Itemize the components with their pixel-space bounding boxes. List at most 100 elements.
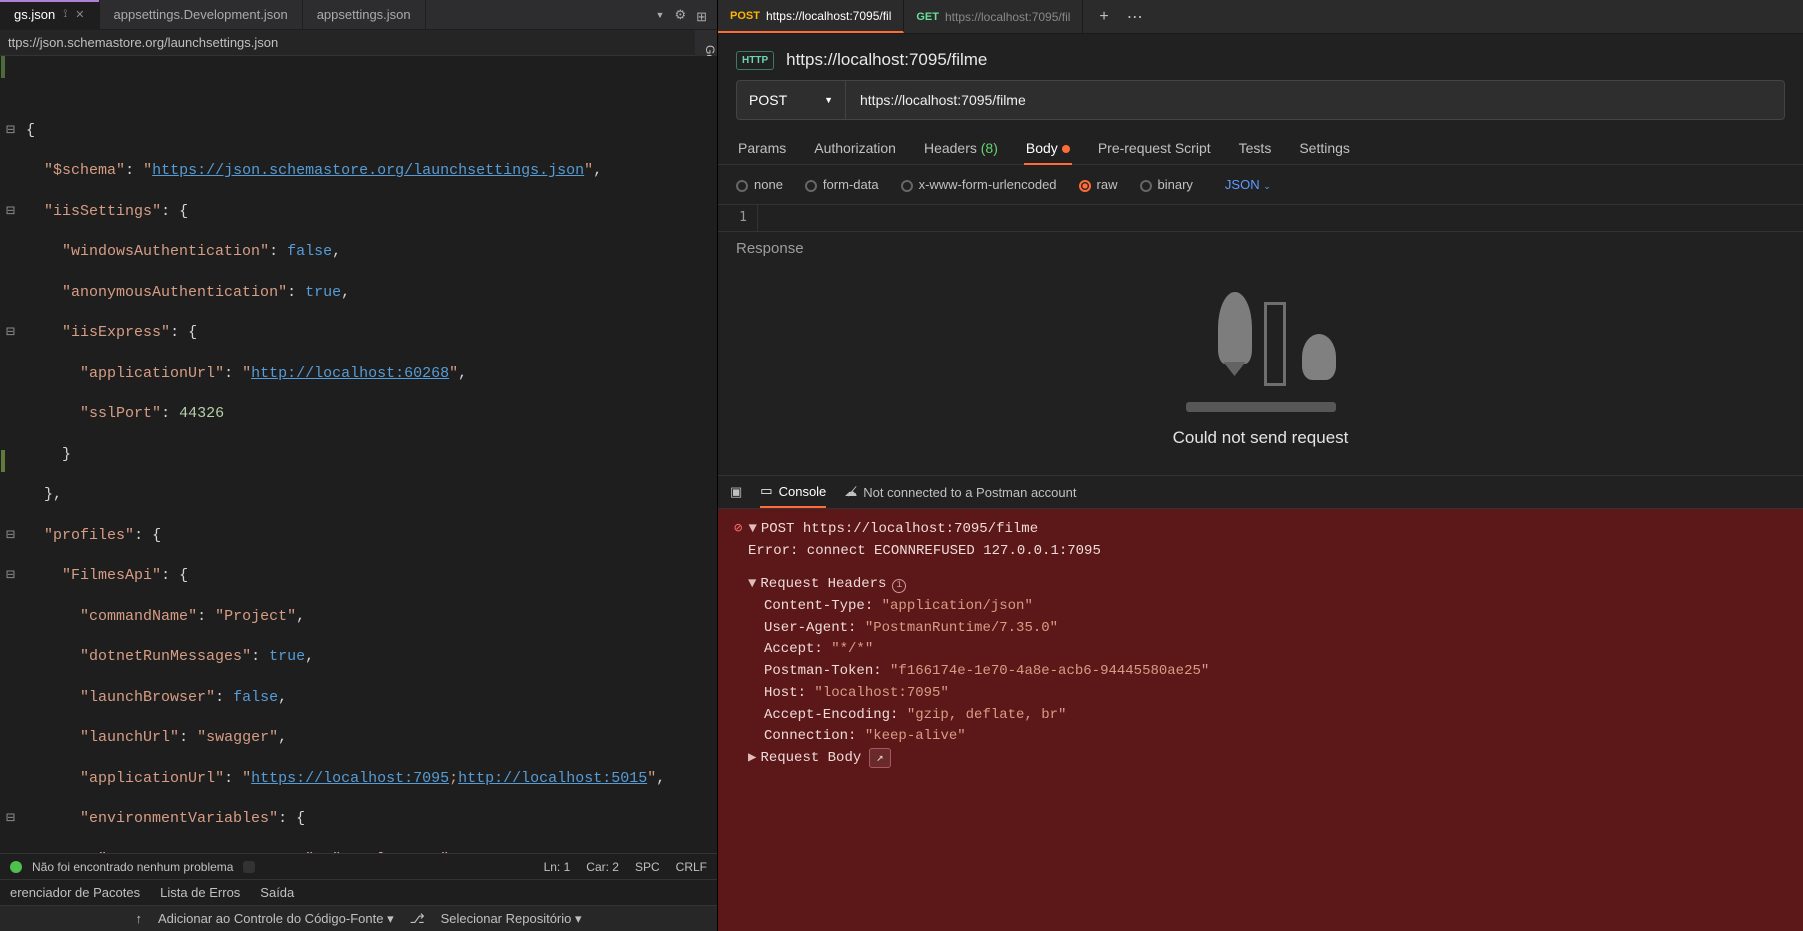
json-key: environmentVariables bbox=[89, 810, 269, 827]
vs-code-editor[interactable]: ⊟{ "$schema": "https://json.schemastore.… bbox=[0, 56, 717, 853]
header-key: Content-Type: bbox=[764, 598, 873, 614]
json-link[interactable]: http://localhost:5015 bbox=[458, 770, 647, 787]
method-badge: POST bbox=[730, 10, 760, 22]
tab-settings[interactable]: Settings bbox=[1297, 132, 1352, 164]
pm-body-editor[interactable]: 1 bbox=[718, 204, 1803, 232]
rocket-illustration bbox=[1186, 292, 1336, 412]
tab-output[interactable]: Saída bbox=[260, 885, 294, 900]
line-number: 1 bbox=[718, 205, 758, 231]
vs-tab-bar: gs.json ⟟ ✕ appsettings.Development.json… bbox=[0, 0, 717, 30]
json-key: iisSettings bbox=[53, 203, 152, 220]
json-key: applicationUrl bbox=[89, 770, 215, 787]
radio-form-data[interactable]: form-data bbox=[805, 177, 879, 192]
header-value: "gzip, deflate, br" bbox=[907, 707, 1067, 723]
cursor-line[interactable]: Ln: 1 bbox=[544, 860, 571, 874]
header-value: "localhost:7095" bbox=[814, 685, 948, 701]
tab-package-manager[interactable]: erenciador de Pacotes bbox=[10, 885, 140, 900]
pm-tab-get[interactable]: GET https://localhost:7095/fil bbox=[904, 0, 1083, 33]
tab-headers-label: Headers bbox=[924, 140, 977, 156]
json-link[interactable]: https://localhost:7095 bbox=[251, 770, 449, 787]
json-link[interactable]: https://json.schemastore.org/launchsetti… bbox=[152, 162, 584, 179]
tab-error-list[interactable]: Lista de Erros bbox=[160, 885, 240, 900]
postman-pane: POST https://localhost:7095/fil GET http… bbox=[718, 0, 1803, 931]
header-value: "*/*" bbox=[831, 641, 873, 657]
json-link[interactable]: http://localhost:60268 bbox=[251, 365, 449, 382]
tab-overflow-icon[interactable]: ▼ bbox=[656, 10, 665, 20]
tab-console[interactable]: ▭ Console bbox=[760, 476, 826, 508]
caret-down-icon[interactable]: ▼ bbox=[748, 576, 756, 592]
json-key: commandName bbox=[89, 608, 188, 625]
radio-xwww[interactable]: x-www-form-urlencoded bbox=[901, 177, 1057, 192]
body-format-select[interactable]: JSON ⌄ bbox=[1225, 177, 1271, 192]
source-control-button[interactable]: Adicionar ao Controle do Código-Fonte ▾ bbox=[158, 911, 394, 927]
pm-tab-label: https://localhost:7095/fil bbox=[945, 10, 1070, 24]
tab-body[interactable]: Body bbox=[1024, 132, 1072, 164]
gear-icon[interactable]: ⚙ bbox=[674, 7, 686, 23]
response-panel: Could not send request bbox=[718, 265, 1803, 475]
open-body-icon[interactable]: ↗ bbox=[869, 748, 890, 769]
json-string: Project bbox=[224, 608, 287, 625]
caret-down-icon[interactable]: ▼ bbox=[748, 521, 756, 537]
response-error-msg: Could not send request bbox=[1173, 428, 1349, 448]
url-input[interactable]: https://localhost:7095/filme bbox=[846, 80, 1785, 120]
json-bool: false bbox=[233, 689, 278, 706]
pm-body-options: none form-data x-www-form-urlencoded raw… bbox=[718, 165, 1803, 204]
plus-icon[interactable]: ⊞ bbox=[696, 9, 707, 25]
pm-request-title: HTTP https://localhost:7095/filme bbox=[718, 34, 1803, 80]
header-value: "f166174e-1e70-4a8e-acb6-94445580ae25" bbox=[890, 663, 1209, 679]
new-tab-icon[interactable]: + bbox=[1099, 8, 1108, 26]
arrow-up-icon: ↑ bbox=[135, 911, 142, 926]
close-icon[interactable]: ✕ bbox=[75, 8, 84, 21]
tab-prerequest[interactable]: Pre-request Script bbox=[1096, 132, 1213, 164]
radio-raw[interactable]: raw bbox=[1079, 177, 1118, 192]
tab-headers[interactable]: Headers (8) bbox=[922, 132, 1000, 164]
info-icon[interactable]: i bbox=[892, 579, 906, 593]
console-icon: ▭ bbox=[760, 483, 772, 499]
tab-authorization[interactable]: Authorization bbox=[812, 132, 898, 164]
vs-breadcrumb[interactable]: ttps://json.schemastore.org/launchsettin… bbox=[0, 30, 717, 56]
tab-tests[interactable]: Tests bbox=[1237, 132, 1274, 164]
pm-bottom-tabs: ▣ ▭ Console ☁̸ Not connected to a Postma… bbox=[718, 475, 1803, 509]
json-key: applicationUrl bbox=[89, 365, 215, 382]
radio-none[interactable]: none bbox=[736, 177, 783, 192]
json-number: 44326 bbox=[179, 405, 224, 422]
json-key: $schema bbox=[53, 162, 116, 179]
cloud-off-icon: ☁̸ bbox=[844, 484, 857, 500]
header-value: "keep-alive" bbox=[865, 728, 966, 744]
json-bool: true bbox=[269, 648, 305, 665]
modified-dot-icon bbox=[1062, 145, 1070, 153]
header-value: "PostmanRuntime/7.35.0" bbox=[865, 620, 1058, 636]
indent-mode[interactable]: SPC bbox=[635, 860, 660, 874]
vs-footer-bar: ↑ Adicionar ao Controle do Código-Fonte … bbox=[0, 905, 717, 931]
json-key: windowsAuthentication bbox=[71, 243, 260, 260]
request-title-text[interactable]: https://localhost:7095/filme bbox=[786, 50, 987, 70]
vs-tab-appsettings[interactable]: appsettings.json bbox=[303, 0, 426, 29]
pm-tab-post[interactable]: POST https://localhost:7095/fil bbox=[718, 0, 904, 33]
vs-tab-appsettings-dev[interactable]: appsettings.Development.json bbox=[100, 0, 303, 29]
vs-bottom-panel-tabs: erenciador de Pacotes Lista de Erros Saí… bbox=[0, 879, 717, 905]
method-select[interactable]: POST ▼ bbox=[736, 80, 846, 120]
json-key: launchBrowser bbox=[89, 689, 206, 706]
error-icon: ⊘ bbox=[734, 521, 742, 537]
pin-icon[interactable]: ⟟ bbox=[63, 8, 67, 21]
more-icon[interactable]: ⋯ bbox=[1127, 7, 1143, 27]
select-repo-button[interactable]: Selecionar Repositório ▾ bbox=[441, 911, 582, 927]
console-error-line: Error: connect ECONNREFUSED 127.0.0.1:70… bbox=[748, 541, 1787, 563]
pm-console-output[interactable]: ⊘▼POST https://localhost:7095/filme Erro… bbox=[718, 509, 1803, 931]
status-detail-icon[interactable] bbox=[243, 861, 255, 873]
json-key: profiles bbox=[53, 527, 125, 544]
cursor-col[interactable]: Car: 2 bbox=[586, 860, 619, 874]
cloud-status[interactable]: ☁̸ Not connected to a Postman account bbox=[844, 484, 1076, 500]
cloud-status-label: Not connected to a Postman account bbox=[863, 485, 1076, 500]
caret-right-icon[interactable]: ▶ bbox=[748, 750, 756, 766]
vs-tab-launchsettings[interactable]: gs.json ⟟ ✕ bbox=[0, 0, 100, 29]
editor-content[interactable] bbox=[758, 205, 766, 231]
tab-params[interactable]: Params bbox=[736, 132, 788, 164]
json-bool: true bbox=[305, 284, 341, 301]
method-badge: GET bbox=[916, 11, 939, 23]
panel-toggle-icon[interactable]: ▣ bbox=[730, 484, 742, 500]
radio-binary[interactable]: binary bbox=[1140, 177, 1193, 192]
header-key: Accept-Encoding: bbox=[764, 707, 898, 723]
pm-tab-bar: POST https://localhost:7095/fil GET http… bbox=[718, 0, 1803, 34]
line-ending[interactable]: CRLF bbox=[676, 860, 707, 874]
